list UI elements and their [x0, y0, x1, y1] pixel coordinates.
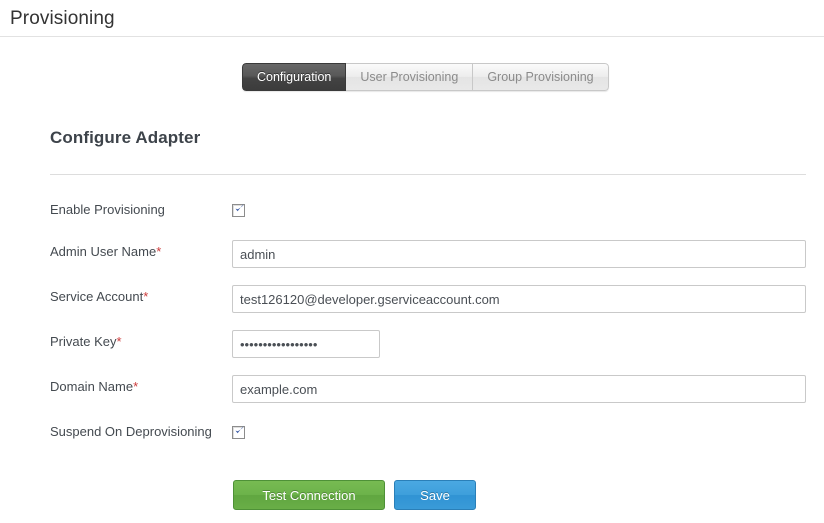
form-actions: Test Connection Save	[233, 480, 476, 510]
control-enable-provisioning	[232, 198, 245, 217]
panel-heading: Configure Adapter	[50, 128, 201, 147]
tab-user-provisioning-label: User Provisioning	[360, 70, 459, 84]
tab-bar: Configuration User Provisioning Group Pr…	[242, 63, 609, 91]
tab-user-provisioning[interactable]: User Provisioning	[346, 63, 474, 91]
save-button-label: Save	[420, 487, 450, 503]
tab-group-provisioning-label: Group Provisioning	[487, 70, 594, 84]
required-marker: *	[133, 379, 139, 394]
required-marker: *	[156, 244, 162, 259]
test-connection-button[interactable]: Test Connection	[233, 480, 385, 510]
form-row-service-account: Service Account*	[50, 285, 806, 330]
label-suspend-on-deprovisioning: Suspend On Deprovisioning	[50, 424, 212, 439]
page-title: Provisioning	[10, 8, 115, 29]
panel-divider	[50, 174, 806, 175]
control-private-key	[232, 330, 380, 358]
form-row-admin-user-name: Admin User Name*	[50, 240, 806, 285]
required-marker: *	[143, 289, 149, 304]
checkmark-icon	[235, 425, 244, 434]
admin-user-name-input[interactable]	[232, 240, 806, 268]
checkbox-enable-provisioning[interactable]	[232, 203, 245, 217]
label-admin-user-name-text: Admin User Name	[50, 244, 157, 259]
label-private-key: Private Key*	[50, 334, 122, 349]
label-private-key-text: Private Key	[50, 334, 117, 349]
required-marker: *	[116, 334, 122, 349]
label-service-account-text: Service Account	[50, 289, 144, 304]
control-service-account	[232, 285, 806, 313]
test-connection-button-label: Test Connection	[262, 487, 356, 503]
private-key-input[interactable]	[232, 330, 380, 358]
page-header: Provisioning	[0, 0, 824, 37]
service-account-input[interactable]	[232, 285, 806, 313]
tab-configuration-label: Configuration	[257, 70, 332, 84]
checkbox-suspend-on-deprovisioning[interactable]	[232, 425, 245, 439]
label-service-account: Service Account*	[50, 289, 148, 304]
tab-configuration[interactable]: Configuration	[242, 63, 347, 91]
control-admin-user-name	[232, 240, 806, 268]
label-domain-name: Domain Name*	[50, 379, 138, 394]
configure-adapter-panel: Configure Adapter	[50, 128, 806, 175]
configure-adapter-form: Enable Provisioning Admin User Name* Ser…	[50, 198, 806, 462]
label-enable-provisioning: Enable Provisioning	[50, 202, 165, 217]
control-suspend-on-deprovisioning	[232, 420, 245, 439]
form-row-domain-name: Domain Name*	[50, 375, 806, 420]
form-row-enable-provisioning: Enable Provisioning	[50, 198, 806, 240]
control-domain-name	[232, 375, 806, 403]
form-row-suspend-on-deprovisioning: Suspend On Deprovisioning	[50, 420, 806, 462]
domain-name-input[interactable]	[232, 375, 806, 403]
save-button[interactable]: Save	[394, 480, 476, 510]
form-row-private-key: Private Key*	[50, 330, 806, 375]
tab-group-provisioning[interactable]: Group Provisioning	[473, 63, 609, 91]
label-admin-user-name: Admin User Name*	[50, 244, 161, 259]
checkmark-icon	[235, 203, 244, 212]
label-domain-name-text: Domain Name	[50, 379, 134, 394]
